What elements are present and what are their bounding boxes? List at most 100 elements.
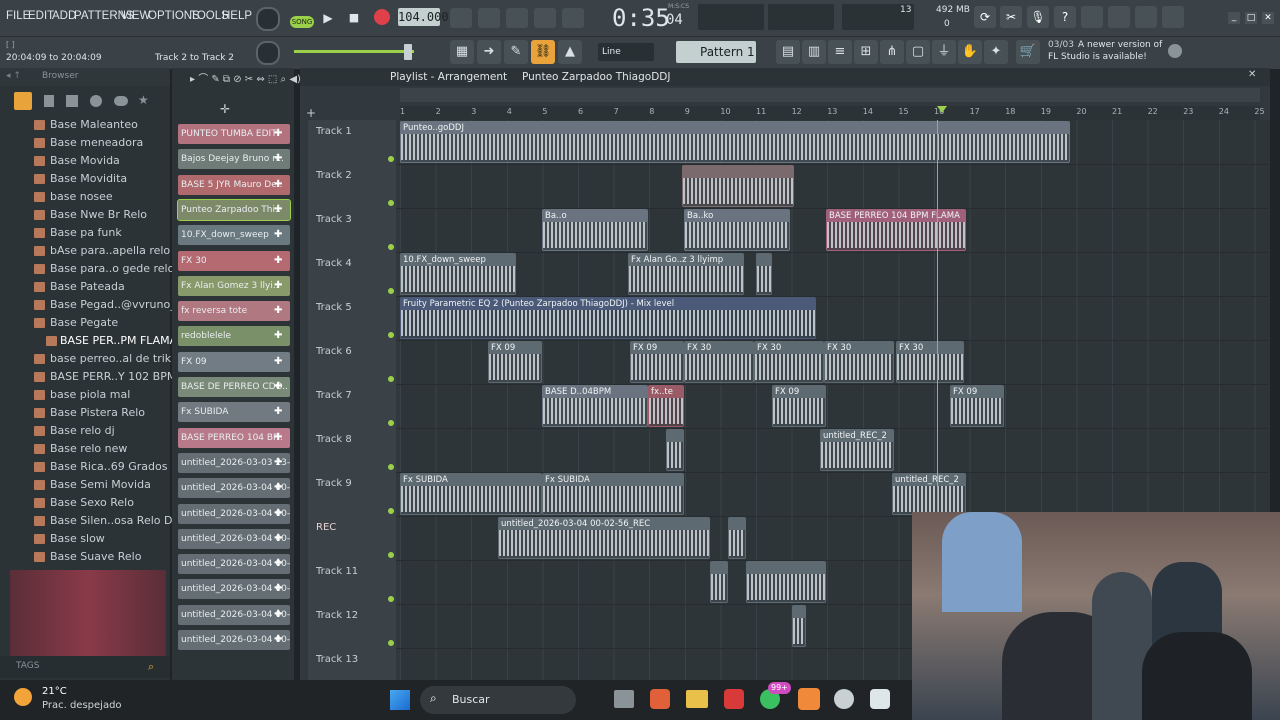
browser-item[interactable]: Base Nwe Br Relo bbox=[34, 208, 147, 221]
touch-keyboard-icon[interactable]: ✋ bbox=[958, 40, 982, 64]
plugin-picker-icon[interactable]: ⋔ bbox=[880, 40, 904, 64]
loop-record-icon[interactable] bbox=[562, 8, 584, 28]
browser-item[interactable]: base perreo..al de triki bbox=[34, 352, 174, 365]
cut-icon[interactable]: ✂ bbox=[1000, 6, 1022, 28]
step-sequencer-icon[interactable]: ▥ bbox=[802, 40, 826, 64]
playlist-clip[interactable]: Punteo..goDDJ bbox=[400, 121, 1070, 163]
update-line2[interactable]: FL Studio is available! bbox=[1048, 52, 1147, 62]
track-name[interactable]: Track 3 bbox=[316, 214, 352, 225]
playlist-clip[interactable] bbox=[666, 429, 684, 471]
playlist-clip[interactable]: FX 09 bbox=[950, 385, 1004, 427]
track-header[interactable]: REC bbox=[308, 516, 396, 560]
track-enable-led[interactable] bbox=[388, 376, 394, 382]
playlist-clip[interactable]: untitled_REC_2 bbox=[892, 473, 966, 515]
playlist-clip[interactable]: untitled_REC_2 bbox=[820, 429, 894, 471]
master-volume-knob[interactable] bbox=[256, 7, 280, 31]
plug-icon[interactable]: ⏚ bbox=[932, 40, 956, 64]
browser-plugin-icon[interactable] bbox=[66, 95, 78, 107]
track-name[interactable]: Track 11 bbox=[316, 566, 358, 577]
track-name[interactable]: Track 7 bbox=[316, 390, 352, 401]
track-enable-led[interactable] bbox=[388, 420, 394, 426]
track-header[interactable]: Track 8 bbox=[308, 428, 396, 472]
arrow-right-icon[interactable]: ➜ bbox=[477, 40, 501, 64]
menu-help[interactable]: HELP bbox=[222, 10, 252, 22]
playlist-clip[interactable]: BASE D..04BPM bbox=[542, 385, 648, 427]
refresh-icon[interactable]: ⟳ bbox=[974, 6, 996, 28]
browser-item[interactable]: Base relo dj bbox=[34, 424, 115, 437]
playlist-toolbar-icons[interactable]: ▸ ⌒ ✎ ⧉ ⊘ ✂ ⇔ ⬚ ⌕ ◀) bbox=[190, 70, 301, 85]
track-enable-led[interactable] bbox=[388, 464, 394, 470]
channel-step-icon[interactable]: ✚ bbox=[274, 557, 286, 571]
chat-icon[interactable] bbox=[1135, 6, 1157, 28]
track-header[interactable]: Track 3 bbox=[308, 208, 396, 252]
channel-step-icon[interactable]: ✚ bbox=[274, 355, 286, 369]
channel-step-icon[interactable]: ✚ bbox=[274, 507, 286, 521]
track-header[interactable]: Track 5 bbox=[308, 296, 396, 340]
update-line1[interactable]: A newer version of bbox=[1078, 40, 1162, 50]
track-header[interactable]: Track 13 bbox=[308, 648, 396, 680]
playlist-clip[interactable]: BASE PERREO 104 BPM FLAMA bbox=[826, 209, 966, 251]
playlist-clip[interactable] bbox=[792, 605, 806, 647]
shop-icon[interactable]: 🛒 bbox=[1016, 40, 1040, 64]
pattern-selector[interactable]: Pattern 1 bbox=[676, 41, 756, 63]
track-enable-led[interactable] bbox=[388, 332, 394, 338]
track-name[interactable]: REC bbox=[316, 522, 336, 533]
browser-item[interactable]: Base Pegad..@vvruno_ bbox=[34, 298, 176, 311]
snap-select[interactable]: Line bbox=[598, 43, 654, 61]
browser-item[interactable]: Base Movidita bbox=[34, 172, 127, 185]
track-enable-led[interactable] bbox=[388, 508, 394, 514]
menu-add[interactable]: ADD bbox=[52, 10, 76, 22]
channel-step-icon[interactable]: ✚ bbox=[274, 481, 286, 495]
menu-edit[interactable]: EDIT bbox=[28, 10, 54, 22]
track-enable-led[interactable] bbox=[388, 156, 394, 162]
tags-search-icon[interactable]: ⌕ bbox=[148, 660, 154, 674]
channel-step-icon[interactable]: ✚ bbox=[274, 228, 286, 242]
download-icon[interactable] bbox=[1162, 6, 1184, 28]
task-view-icon[interactable] bbox=[614, 690, 634, 708]
browser-item[interactable]: Base pa funk bbox=[34, 226, 122, 239]
browser-item[interactable]: Base para..o gede relo bbox=[34, 262, 174, 275]
file-explorer-icon[interactable] bbox=[686, 690, 708, 708]
channel-step-icon[interactable]: ✚ bbox=[274, 380, 286, 394]
master-volume-slider[interactable] bbox=[294, 50, 414, 53]
browser-item[interactable]: Base Suave Relo bbox=[34, 550, 141, 563]
microphone-icon[interactable]: 🎙 bbox=[1027, 6, 1049, 28]
menu-file[interactable]: FILE bbox=[6, 10, 30, 22]
track-name[interactable]: Track 8 bbox=[316, 434, 352, 445]
track-enable-led[interactable] bbox=[388, 244, 394, 250]
render-icon[interactable] bbox=[1108, 6, 1130, 28]
track-name[interactable]: Track 4 bbox=[316, 258, 352, 269]
browser-item[interactable]: Base meneadora bbox=[34, 136, 143, 149]
browser-globe-icon[interactable] bbox=[90, 95, 102, 107]
app-red-icon[interactable] bbox=[724, 689, 744, 709]
playlist-clip[interactable]: Fruity Parametric EQ 2 (Punteo Zarpadoo … bbox=[400, 297, 816, 339]
browser-item[interactable]: Base Silen..osa Relo Dj bbox=[34, 514, 176, 527]
browser-item[interactable]: base piola mal bbox=[34, 388, 130, 401]
stop-icon[interactable]: ■ bbox=[344, 8, 364, 28]
browser-item[interactable]: Base Pegate bbox=[34, 316, 118, 329]
playlist-clip[interactable] bbox=[682, 165, 794, 207]
taskbar-search[interactable]: ⌕ Buscar bbox=[420, 686, 576, 714]
playlist-clip[interactable] bbox=[728, 517, 746, 559]
track-enable-led[interactable] bbox=[388, 200, 394, 206]
browser-item[interactable]: bAse para..apella relo bbox=[34, 244, 170, 257]
brave-icon[interactable] bbox=[650, 689, 670, 709]
channel-step-icon[interactable]: ✚ bbox=[274, 582, 286, 596]
browser-item[interactable]: Base Pistera Relo bbox=[34, 406, 145, 419]
track-enable-led[interactable] bbox=[388, 596, 394, 602]
track-header[interactable]: Track 12 bbox=[308, 604, 396, 648]
link-icon[interactable]: ⛓ bbox=[531, 40, 555, 64]
track-name[interactable]: Track 12 bbox=[316, 610, 358, 621]
browser-item[interactable]: BASE PER..PM FLAMA bbox=[46, 334, 177, 347]
browser-item[interactable]: Base relo new bbox=[34, 442, 127, 455]
add-track-icon[interactable]: + bbox=[306, 106, 316, 120]
track-header[interactable]: Track 2 bbox=[308, 164, 396, 208]
track-name[interactable]: Track 13 bbox=[316, 654, 358, 665]
close-icon[interactable]: ✕ bbox=[1262, 12, 1274, 24]
browser-file-icon[interactable] bbox=[44, 95, 54, 107]
playlist-clip[interactable] bbox=[756, 253, 772, 295]
metronome-icon[interactable] bbox=[450, 8, 472, 28]
browser-cloud-icon[interactable] bbox=[114, 96, 128, 106]
help-icon[interactable]: ? bbox=[1054, 6, 1076, 28]
blend-notes-icon[interactable] bbox=[534, 8, 556, 28]
